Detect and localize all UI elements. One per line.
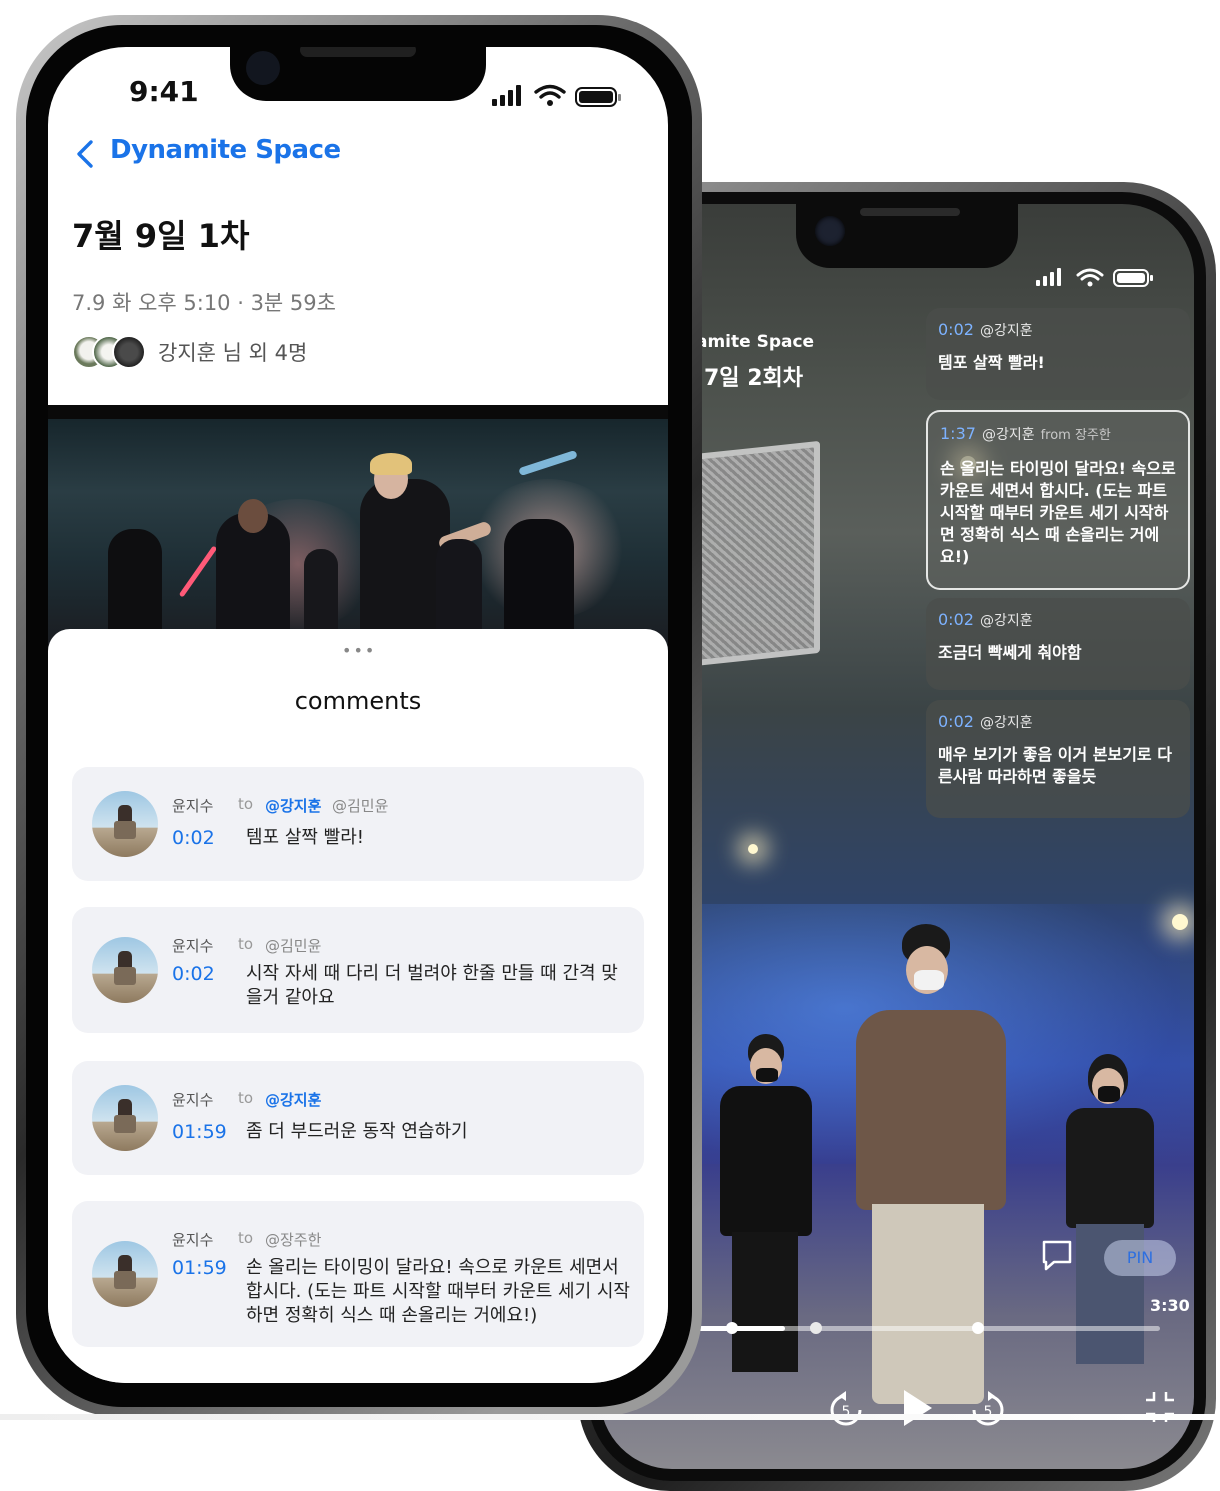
mention-link[interactable]: @장주한 (265, 1229, 321, 1250)
overlay-comment[interactable]: 0:02 @강지훈 템포 살짝 빨라! (926, 308, 1190, 400)
sheet-handle[interactable]: ••• (342, 641, 376, 660)
chevron-left-icon[interactable] (74, 139, 96, 169)
video-thumbnail (48, 419, 668, 661)
comment-mention: @강지훈 (979, 323, 1033, 339)
comment-text: 손 올리는 타이밍이 달라요! 속으로 카운트 세면서 합시다. (도는 파트 … (246, 1257, 630, 1326)
comment-card[interactable]: 윤지수 to @강지훈 @김민윤 0:02 템포 살짝 빨라! (72, 767, 644, 881)
pin-button[interactable]: PIN (1104, 1240, 1176, 1276)
comment-timestamp[interactable]: 0:02 (172, 963, 215, 985)
sheet-title: comments (294, 687, 422, 715)
comment-marker[interactable] (972, 1322, 984, 1334)
comment-text: 매우 보기가 좋음 이거 본보기로 다른사람 따라하면 좋을듯 (938, 745, 1172, 786)
battery-icon (575, 87, 621, 107)
play-icon[interactable] (900, 1388, 934, 1428)
comment-marker[interactable] (726, 1322, 738, 1334)
avatar (112, 335, 146, 369)
space-title: amite Space (696, 332, 815, 352)
comment-text: 좀 더 부드러운 동작 연습하기 (246, 1121, 468, 1142)
comment-timestamp[interactable]: 1:37 (940, 424, 976, 443)
comment-icon[interactable] (1040, 1238, 1074, 1272)
participants-label: 강지훈 님 외 4명 (158, 341, 308, 365)
front-camera (246, 51, 280, 85)
comment-text: 조금더 빡쎄게 춰야함 (938, 643, 1082, 662)
comment-timestamp[interactable]: 0:02 (172, 827, 215, 849)
rewind-5-icon[interactable]: 5 (826, 1390, 866, 1430)
comments-sheet: ••• comments 윤지수 to @강지훈 @김민윤 0:02 템포 살짝… (48, 629, 668, 1383)
mention-link[interactable]: @김민윤 (332, 795, 388, 816)
comment-timestamp[interactable]: 0:02 (938, 610, 974, 629)
status-icons (492, 84, 621, 107)
to-label: to (238, 1229, 254, 1247)
to-label: to (238, 1089, 254, 1107)
overlay-comment[interactable]: 0:02 @강지훈 조금더 빡쎄게 춰야함 (926, 598, 1190, 690)
ceiling-light (748, 844, 758, 854)
comment-author: 윤지수 (172, 1231, 214, 1249)
comment-card[interactable]: 윤지수 to @강지훈 01:59 좀 더 부드러운 동작 연습하기 (72, 1061, 644, 1175)
avatar (92, 1085, 158, 1151)
overlay-comment-highlighted[interactable]: 1:37 @강지훈 from 장주한 손 올리는 타이밍이 달라요! 속으로 카운트… (926, 410, 1190, 590)
dancer-figure (1060, 1054, 1160, 1364)
wifi-icon (534, 84, 566, 99)
comment-card[interactable]: 윤지수 to @장주한 01:59 손 올리는 타이밍이 달라요! 속으로 카운… (72, 1201, 644, 1347)
session-meta: 7.9 화 오후 5:10 · 3분 59초 (72, 291, 336, 315)
comment-mention: @강지훈 (979, 715, 1033, 731)
status-icons (1036, 268, 1153, 287)
comment-author: 윤지수 (172, 937, 214, 955)
overlay-comment[interactable]: 0:02 @강지훈 매우 보기가 좋음 이거 본보기로 다른사람 따라하면 좋을듯 (926, 700, 1190, 818)
dancer-figure (710, 1034, 820, 1372)
avatar (92, 1241, 158, 1307)
mention-link[interactable]: @강지훈 (265, 795, 321, 816)
ceiling-light (1172, 914, 1188, 930)
to-label: to (238, 935, 254, 953)
video-player[interactable] (48, 405, 668, 661)
mention-link[interactable]: @강지훈 (265, 1089, 321, 1110)
comment-text: 템포 살짝 빨라! (938, 353, 1045, 372)
mention-link[interactable]: @김민윤 (265, 935, 321, 956)
comment-timestamp[interactable]: 01:59 (172, 1257, 227, 1279)
session-detail-screen: 9:41 Dynamite Space 7월 9일 1차 7.9 화 오후 5:… (48, 47, 668, 1383)
comment-author: 윤지수 (172, 797, 214, 815)
comment-timestamp[interactable]: 01:59 (172, 1121, 227, 1143)
wifi-icon (1076, 268, 1104, 281)
to-label: to (238, 795, 254, 813)
comment-text: 템포 살짝 빨라! (246, 827, 365, 848)
battery-icon (1113, 269, 1153, 287)
avatar (92, 791, 158, 857)
comment-mention: @강지훈 (979, 613, 1033, 629)
comment-author: 윤지수 (172, 1091, 214, 1109)
comment-text: 시작 자세 때 다리 더 벌려야 한줄 만들 때 간격 맞을거 같아요 (246, 963, 618, 1008)
duration-label: 3:30 (1150, 1296, 1190, 1315)
forward-5-icon[interactable]: 5 (968, 1390, 1008, 1430)
nav-back-title[interactable]: Dynamite Space (110, 135, 341, 165)
comment-mention: @강지훈 (981, 427, 1035, 443)
comment-timestamp[interactable]: 0:02 (938, 712, 974, 731)
session-title: 7일 2회차 (704, 366, 803, 391)
status-time: 9:41 (129, 75, 199, 108)
comment-marker[interactable] (810, 1322, 822, 1334)
comment-from: from 장주한 (1040, 428, 1111, 443)
front-camera (815, 216, 845, 246)
front-phone-mockup: 9:41 Dynamite Space 7월 9일 1차 7.9 화 오후 5:… (16, 15, 702, 1417)
page-title: 7월 9일 1차 (72, 217, 250, 255)
dancer-figure (836, 924, 1026, 1404)
comment-timestamp[interactable]: 0:02 (938, 320, 974, 339)
signal-icon (492, 85, 521, 106)
comment-card[interactable]: 윤지수 to @김민윤 0:02 시작 자세 때 다리 더 벌려야 한줄 만들 … (72, 907, 644, 1033)
avatar (92, 937, 158, 1003)
comment-text: 손 올리는 타이밍이 달라요! 속으로 카운트 세면서 합시다. (도는 파트 … (940, 459, 1176, 566)
signal-icon (1036, 268, 1061, 286)
